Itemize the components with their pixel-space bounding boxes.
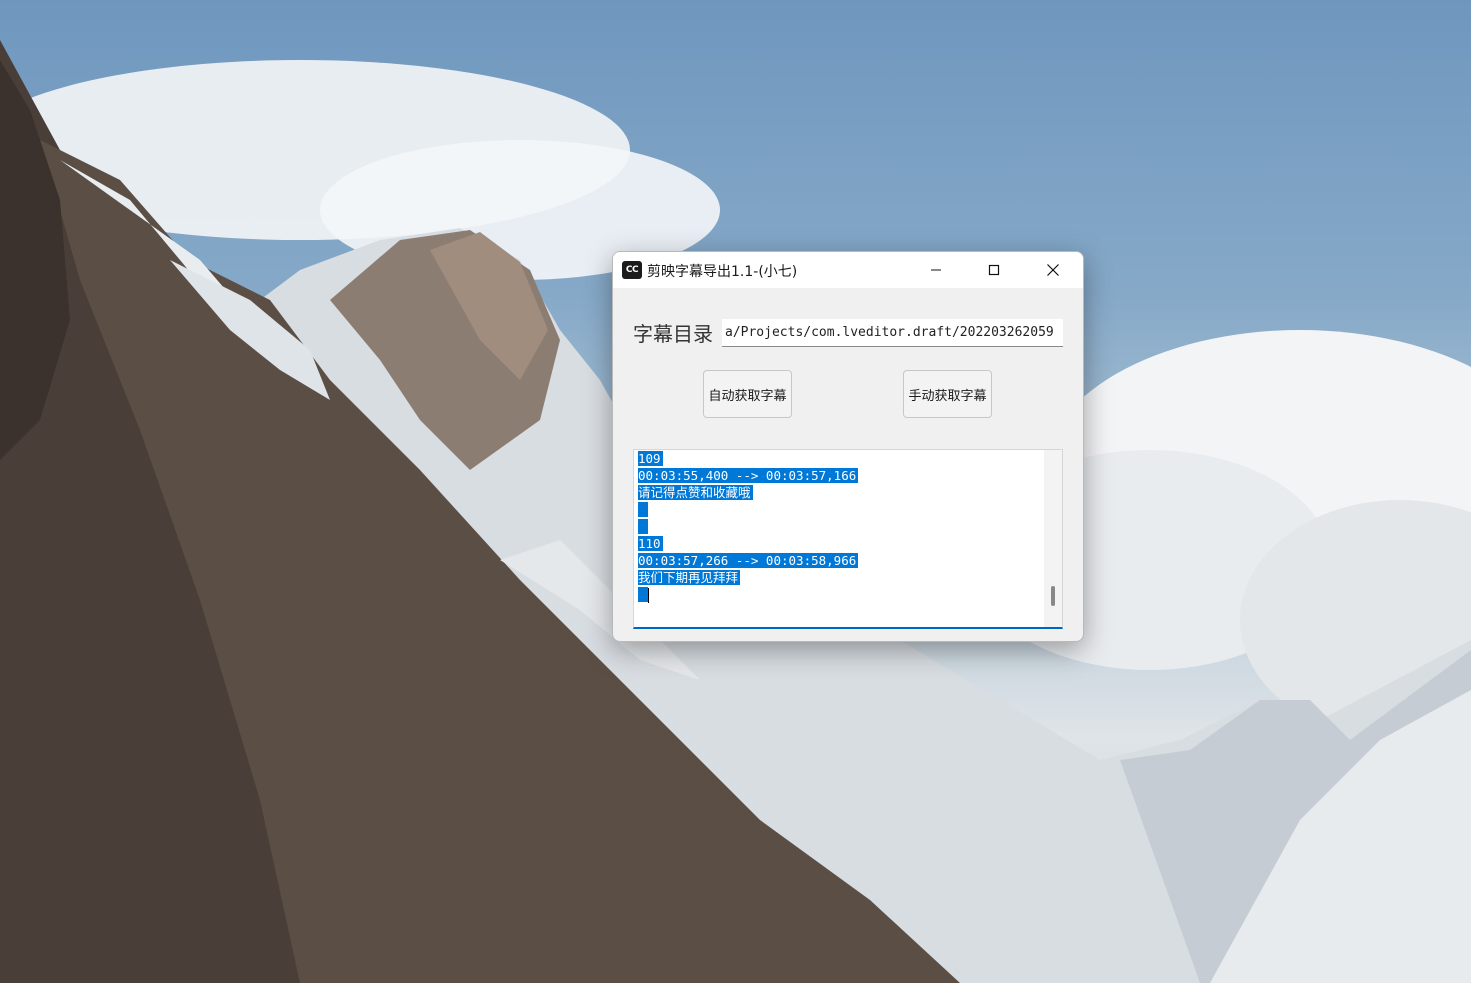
subtitle-line: 00:03:57,266 --> 00:03:58,966 — [638, 553, 859, 568]
text-caret — [647, 588, 649, 603]
cc-app-icon: CC — [622, 261, 642, 279]
subtitle-dir-input[interactable] — [722, 319, 1063, 347]
subtitle-line: 请记得点赞和收藏哦 — [638, 485, 753, 500]
subtitle-line — [638, 586, 858, 603]
minimize-icon — [931, 269, 941, 271]
subtitle-output-textarea[interactable]: 109 00:03:55,400 --> 00:03:57,166 请记得点赞和… — [633, 449, 1063, 629]
title-bar[interactable]: CC 剪映字幕导出1.1-(小七) — [613, 252, 1083, 288]
maximize-button[interactable] — [965, 252, 1023, 288]
subtitle-line — [638, 501, 858, 518]
manual-fetch-subtitles-button[interactable]: 手动获取字幕 — [903, 370, 992, 418]
subtitle-line: 110 — [638, 536, 663, 551]
maximize-icon — [988, 264, 1000, 276]
window-title: 剪映字幕导出1.1-(小七) — [647, 264, 798, 280]
subtitle-line: 00:03:55,400 --> 00:03:57,166 — [638, 468, 859, 483]
minimize-button[interactable] — [907, 252, 965, 288]
subtitle-lines: 109 00:03:55,400 --> 00:03:57,166 请记得点赞和… — [638, 450, 859, 603]
vertical-scrollbar[interactable] — [1044, 450, 1062, 627]
scrollbar-thumb[interactable] — [1051, 586, 1055, 606]
close-icon — [1047, 264, 1059, 276]
subtitle-line: 109 — [638, 451, 663, 466]
subtitle-export-window: CC 剪映字幕导出1.1-(小七) 字幕目录 自动获取字幕 手动获取字幕 109… — [612, 251, 1084, 642]
subtitle-dir-label: 字幕目录 — [633, 322, 713, 346]
subtitle-line — [638, 518, 858, 535]
auto-fetch-subtitles-button[interactable]: 自动获取字幕 — [703, 370, 792, 418]
subtitle-line: 我们下期再见拜拜 — [638, 570, 741, 585]
close-button[interactable] — [1024, 252, 1082, 288]
